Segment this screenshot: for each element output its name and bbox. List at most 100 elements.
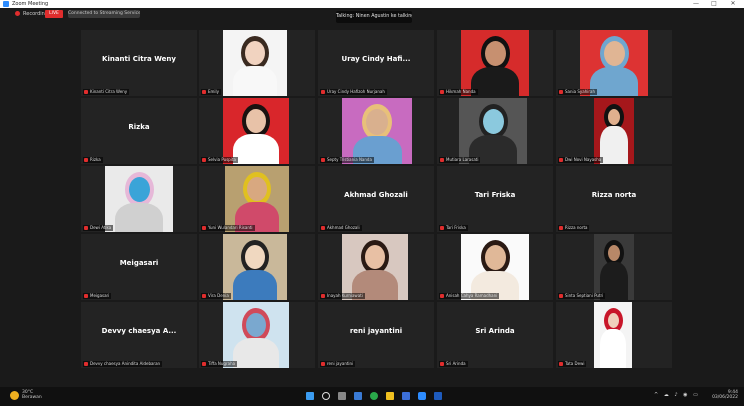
participant-tile[interactable]: Sania Syahirah: [556, 30, 672, 96]
participant-tile[interactable]: Emily: [199, 30, 315, 96]
participant-face: [247, 177, 267, 201]
task-view-icon[interactable]: [338, 392, 346, 400]
system-tray[interactable]: ^ ☁ ♪ ◉ ▭: [654, 392, 700, 398]
participant-name-text: Hikmah Nanda: [446, 89, 476, 94]
participant-face: [245, 41, 265, 65]
participant-video: [225, 166, 289, 232]
participant-face: [246, 109, 266, 133]
participant-tile[interactable]: Kinanti Citra Weny Kinanti Citra Weny: [81, 30, 197, 96]
participant-name-label: Dewi Atika: [83, 225, 114, 231]
participant-tile[interactable]: Sinta Septiani Putri: [556, 234, 672, 300]
participant-video: [594, 98, 634, 164]
participant-tile[interactable]: Devvy chaesya A... Devvy chaesya Anindita…: [81, 302, 197, 368]
participant-name-text: Dwi Novi Nayasha: [565, 157, 602, 162]
participant-tile[interactable]: Tata Dewi: [556, 302, 672, 368]
participant-tile[interactable]: reni jayantini reni jayantini: [318, 302, 434, 368]
participant-body: [232, 66, 278, 96]
participant-tile[interactable]: Hikmah Nanda: [437, 30, 553, 96]
participant-name-label: Tiffa Nugraha: [201, 361, 238, 367]
participant-tile[interactable]: Mutiara Larasati: [437, 98, 553, 164]
participant-name-label: Sania Syahirah: [558, 89, 597, 95]
participant-tile[interactable]: Inayah Kurniawati: [318, 234, 434, 300]
mic-muted-icon: [84, 158, 88, 162]
participant-name-text: Emily: [208, 89, 220, 94]
participant-body: [115, 203, 163, 232]
participant-video: [223, 30, 287, 96]
minimize-button[interactable]: —: [688, 0, 704, 8]
participant-video: [223, 98, 289, 164]
store-icon[interactable]: [402, 392, 410, 400]
weather-desc: Berawan: [22, 395, 42, 400]
participant-name-text: Tari Friska: [446, 225, 466, 230]
participant-tile[interactable]: Uray Cindy Hafi... Uray Cindy Hafizoh Nur…: [318, 30, 434, 96]
participant-tile[interactable]: Yuni Wulandari Risanti: [199, 166, 315, 232]
participant-video: [461, 30, 529, 96]
participant-name-label: Akhmad Ghozali: [320, 225, 362, 231]
mic-muted-icon: [202, 294, 206, 298]
participant-name-label: Rizka: [83, 157, 103, 163]
mic-muted-icon: [559, 158, 563, 162]
participant-video: [342, 234, 408, 300]
participant-name-label: Meigasari: [83, 293, 112, 299]
participant-display-name: Kinanti Citra Weny: [102, 55, 176, 63]
widgets-icon[interactable]: [354, 392, 362, 400]
search-icon[interactable]: [322, 392, 330, 400]
participant-video: [459, 98, 527, 164]
participant-video: [594, 234, 634, 300]
participant-name-label: Vira Denia: [201, 293, 231, 299]
participant-tile[interactable]: Meigasari Meigasari: [81, 234, 197, 300]
participant-display-name: Rizza norta: [591, 191, 637, 199]
mic-muted-icon: [440, 362, 444, 366]
participant-body: [232, 270, 278, 300]
maximize-button[interactable]: □: [706, 0, 722, 8]
participant-tile[interactable]: Vira Denia: [199, 234, 315, 300]
participant-name-text: Tiffa Nugraha: [208, 361, 236, 366]
participant-video: [594, 302, 632, 368]
participant-name-text: Sinta Septiani Putri: [565, 293, 604, 298]
participant-body: [600, 126, 628, 164]
streaming-status-dropdown[interactable]: Connected to Streaming Service ▾: [68, 10, 140, 18]
participant-body: [232, 134, 280, 164]
mic-muted-icon: [321, 158, 325, 162]
participant-tile[interactable]: Selvia Puspita: [199, 98, 315, 164]
clock[interactable]: 9:44 03/06/2022: [708, 390, 738, 400]
mic-muted-icon: [440, 158, 444, 162]
participant-tile[interactable]: Rizza norta Rizza norta: [556, 166, 672, 232]
participant-tile[interactable]: Sri Arinda Sri Arinda: [437, 302, 553, 368]
participant-name-text: Dewi Atika: [90, 225, 112, 230]
participant-tile[interactable]: Anisah Cahya Ramadhani: [437, 234, 553, 300]
participant-name-label: Inayah Kurniawati: [320, 293, 365, 299]
participant-face: [484, 245, 506, 270]
participant-tile[interactable]: Tiffa Nugraha: [199, 302, 315, 368]
zoom-taskbar-icon[interactable]: [418, 392, 426, 400]
participant-tile[interactable]: Dewi Atika: [81, 166, 197, 232]
mic-muted-icon: [84, 362, 88, 366]
participant-face: [484, 41, 506, 66]
mic-muted-icon: [202, 362, 206, 366]
file-explorer-icon[interactable]: [386, 392, 394, 400]
mic-muted-icon: [440, 294, 444, 298]
participant-name-text: Inayah Kurniawati: [327, 293, 363, 298]
participant-name-label: Septy Tristiania Nanda: [320, 157, 374, 163]
participant-name-text: Vira Denia: [208, 293, 229, 298]
participant-tile[interactable]: Akhmad Ghozali Akhmad Ghozali: [318, 166, 434, 232]
weather-icon[interactable]: [10, 391, 19, 400]
participant-name-label: Kinanti Citra Weny: [83, 89, 130, 95]
weather-widget[interactable]: 30°C Berawan: [22, 390, 52, 400]
participant-tile[interactable]: Dwi Novi Nayasha: [556, 98, 672, 164]
participant-tile[interactable]: Septy Tristiania Nanda: [318, 98, 434, 164]
windows-start-icon[interactable]: [306, 392, 314, 400]
participant-face: [245, 245, 265, 269]
participant-tile[interactable]: Tari Friska Tari Friska: [437, 166, 553, 232]
close-button[interactable]: ✕: [725, 0, 741, 8]
participant-video: [223, 302, 289, 368]
word-icon[interactable]: [434, 392, 442, 400]
participant-name-label: Sinta Septiani Putri: [558, 293, 606, 299]
mic-muted-icon: [321, 294, 325, 298]
mic-muted-icon: [321, 226, 325, 230]
chrome-icon[interactable]: [370, 392, 378, 400]
participant-face: [365, 245, 385, 269]
participant-tile[interactable]: Rizka Rizka: [81, 98, 197, 164]
live-badge[interactable]: LIVE: [45, 10, 63, 18]
participant-display-name: Tari Friska: [474, 191, 516, 199]
